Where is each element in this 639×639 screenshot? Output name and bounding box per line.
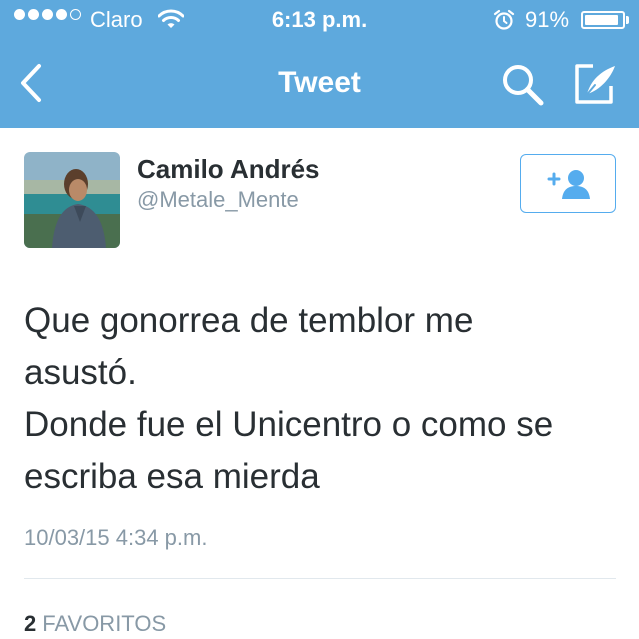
- compose-icon[interactable]: [573, 62, 619, 111]
- tweet-text: Que gonorrea de temblor me asustó. Donde…: [24, 301, 554, 496]
- header-bar: Claro 6:13 p.m. 91% Tweet: [0, 0, 639, 128]
- tweet-timestamp: 10/03/15 4:34 p.m.: [24, 525, 208, 550]
- follow-button[interactable]: [520, 154, 616, 213]
- battery-icon: [581, 11, 625, 29]
- author-handle[interactable]: @Metale_Mente: [137, 187, 299, 213]
- alarm-icon: [493, 9, 515, 37]
- battery-percentage: 91%: [525, 7, 570, 32]
- status-bar: Claro 6:13 p.m. 91%: [0, 0, 639, 40]
- divider: [24, 578, 616, 579]
- add-user-icon: [547, 170, 590, 199]
- favorites-label: FAVORITOS: [42, 611, 167, 636]
- battery-nub: [626, 16, 629, 24]
- avatar[interactable]: [24, 152, 120, 248]
- favorites-number: 2: [24, 611, 37, 636]
- search-icon[interactable]: [500, 62, 546, 113]
- favorites-count[interactable]: 2 FAVORITOS: [24, 611, 166, 637]
- author-name[interactable]: Camilo Andrés: [137, 154, 320, 185]
